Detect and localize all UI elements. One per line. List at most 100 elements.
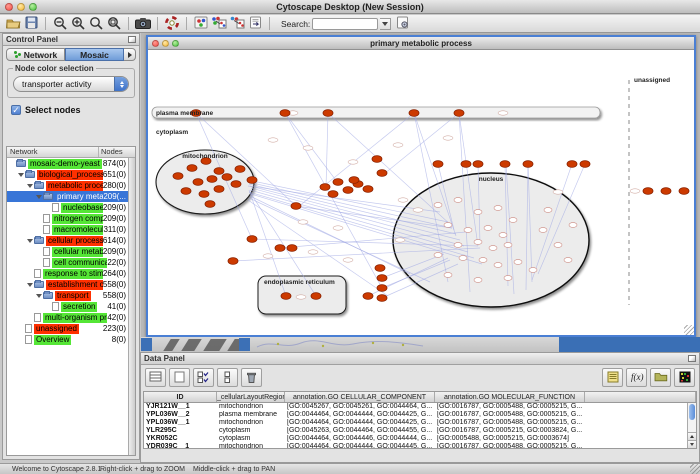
vizmapper-button[interactable]	[192, 16, 210, 31]
network-node[interactable]	[231, 181, 241, 188]
tree-row-multi-organism-pro[interactable]: multi-organism pro42(0)	[7, 312, 128, 323]
table-scrollbar-thumb[interactable]	[689, 404, 695, 420]
function-builder-button[interactable]: f(x)	[626, 368, 647, 387]
network-node[interactable]	[509, 218, 517, 223]
search-dropdown-button[interactable]	[380, 18, 391, 30]
select-attributes-button[interactable]	[193, 368, 214, 387]
network-node[interactable]	[474, 278, 482, 283]
tree-row-cellular-process[interactable]: cellular process614(0)	[7, 235, 128, 246]
network-node[interactable]	[291, 203, 301, 210]
matrix-view-button[interactable]	[674, 368, 695, 387]
tree-row-biological-process[interactable]: biological_process651(0)	[7, 169, 128, 180]
column-header-id[interactable]: ID	[144, 392, 217, 402]
delete-attribute-button[interactable]	[241, 368, 262, 387]
column-header-annotation-go-molecular-function[interactable]: annotation.GO MOLECULAR_FUNCTION	[435, 392, 585, 402]
table-row-ydr039c__1[interactable]: YDR039C__1mitochondrion[GO:0044464, GO:0…	[144, 443, 696, 449]
scroll-up-button[interactable]	[688, 432, 696, 440]
new-attribute-button[interactable]	[169, 368, 190, 387]
network-node[interactable]	[343, 187, 353, 194]
column-header-annotation-go-cellular-component[interactable]: annotation.GO CELLULAR_COMPONENT	[285, 392, 435, 402]
network-node[interactable]	[377, 285, 387, 292]
network-node[interactable]	[494, 263, 502, 268]
table-row-ypl036w__2[interactable]: YPL036W__2plasma membrane[GO:0044464, GO…	[144, 411, 696, 419]
network-node[interactable]	[199, 191, 209, 198]
tree-row-transport[interactable]: transport558(0)	[7, 290, 128, 301]
network-node[interactable]	[328, 191, 338, 198]
network-node[interactable]	[514, 260, 522, 265]
network-node[interactable]	[567, 161, 577, 168]
disclosure-triangle-icon[interactable]	[27, 184, 33, 188]
unselect-attributes-button[interactable]	[217, 368, 238, 387]
tree-row-establishment-of-lo[interactable]: establishment of lo558(0)	[7, 279, 128, 290]
network-node[interactable]	[235, 166, 245, 173]
network-node[interactable]	[372, 156, 382, 163]
attribute-editor-button[interactable]	[602, 368, 623, 387]
network-node[interactable]	[247, 177, 257, 184]
tree-row-secretion[interactable]: secretion41(0)	[7, 301, 128, 312]
network-node[interactable]	[193, 179, 203, 186]
network-node[interactable]	[247, 236, 257, 243]
network-node[interactable]	[504, 276, 512, 281]
tree-column-nodes[interactable]: Nodes	[99, 147, 135, 157]
network-node[interactable]	[444, 273, 452, 278]
tab-mosaic[interactable]: Mosaic	[65, 48, 124, 61]
network-node[interactable]	[564, 258, 572, 263]
network-node[interactable]	[214, 186, 224, 193]
network-node[interactable]	[228, 258, 238, 265]
network-node[interactable]	[459, 256, 467, 261]
network-node[interactable]	[454, 110, 464, 117]
network-node[interactable]	[484, 226, 492, 231]
expand-network-button[interactable]	[210, 16, 228, 31]
network-node[interactable]	[434, 203, 442, 208]
network-node[interactable]	[454, 198, 462, 203]
node-color-attribute-select[interactable]: transporter activity	[13, 76, 129, 92]
network-node[interactable]	[323, 110, 333, 117]
network-node[interactable]	[544, 208, 552, 213]
network-node[interactable]	[489, 246, 497, 251]
network-node[interactable]	[523, 161, 533, 168]
column-header--cellularlayoutregion[interactable]: _cellularLayoutRegion	[217, 392, 285, 402]
network-node[interactable]	[173, 173, 183, 180]
search-input[interactable]	[312, 18, 378, 30]
network-node[interactable]	[349, 177, 359, 184]
network-node[interactable]	[377, 170, 387, 177]
network-node[interactable]	[205, 201, 215, 208]
network-node[interactable]	[434, 253, 442, 258]
open-folder-button[interactable]	[4, 16, 22, 31]
zoom-selected-button[interactable]	[105, 16, 123, 31]
network-node[interactable]	[569, 223, 577, 228]
network-node[interactable]	[187, 165, 197, 172]
tree-row-unassigned[interactable]: unassigned223(0)	[7, 323, 128, 334]
snapshot-button[interactable]	[134, 16, 152, 31]
network-node[interactable]	[454, 243, 462, 248]
zoom-out-button[interactable]	[51, 16, 69, 31]
app-resize-grip[interactable]	[690, 464, 700, 474]
network-node[interactable]	[643, 188, 653, 195]
network-node[interactable]	[214, 168, 224, 175]
zoom-fit-button[interactable]	[87, 16, 105, 31]
tree-column-network[interactable]: Network	[7, 147, 99, 157]
network-node[interactable]	[375, 265, 385, 272]
float-panel-icon[interactable]	[688, 355, 696, 362]
tree-scrollbar[interactable]	[128, 158, 135, 455]
network-node[interactable]	[280, 110, 290, 117]
network-node[interactable]	[499, 233, 507, 238]
tree-row-overview[interactable]: Overview8(0)	[7, 334, 128, 345]
disclosure-triangle-icon[interactable]	[36, 294, 42, 298]
network-node[interactable]	[409, 110, 419, 117]
scroll-down-button[interactable]	[688, 440, 696, 448]
help-button[interactable]	[163, 16, 181, 31]
network-node[interactable]	[333, 179, 343, 186]
import-annotation-button[interactable]	[246, 16, 264, 31]
network-node[interactable]	[377, 275, 387, 282]
merge-network-button[interactable]	[228, 16, 246, 31]
network-node[interactable]	[444, 223, 452, 228]
tree-row-response-to-stimulu[interactable]: response to stimulu264(0)	[7, 268, 128, 279]
table-scrollbar[interactable]	[687, 403, 696, 448]
network-node[interactable]	[474, 240, 482, 245]
network-node[interactable]	[539, 228, 547, 233]
network-node[interactable]	[661, 188, 671, 195]
network-node[interactable]	[222, 174, 232, 181]
save-button[interactable]	[22, 16, 40, 31]
network-canvas[interactable]: plasma membranecytoplasmmitochondrionnuc…	[148, 50, 694, 335]
